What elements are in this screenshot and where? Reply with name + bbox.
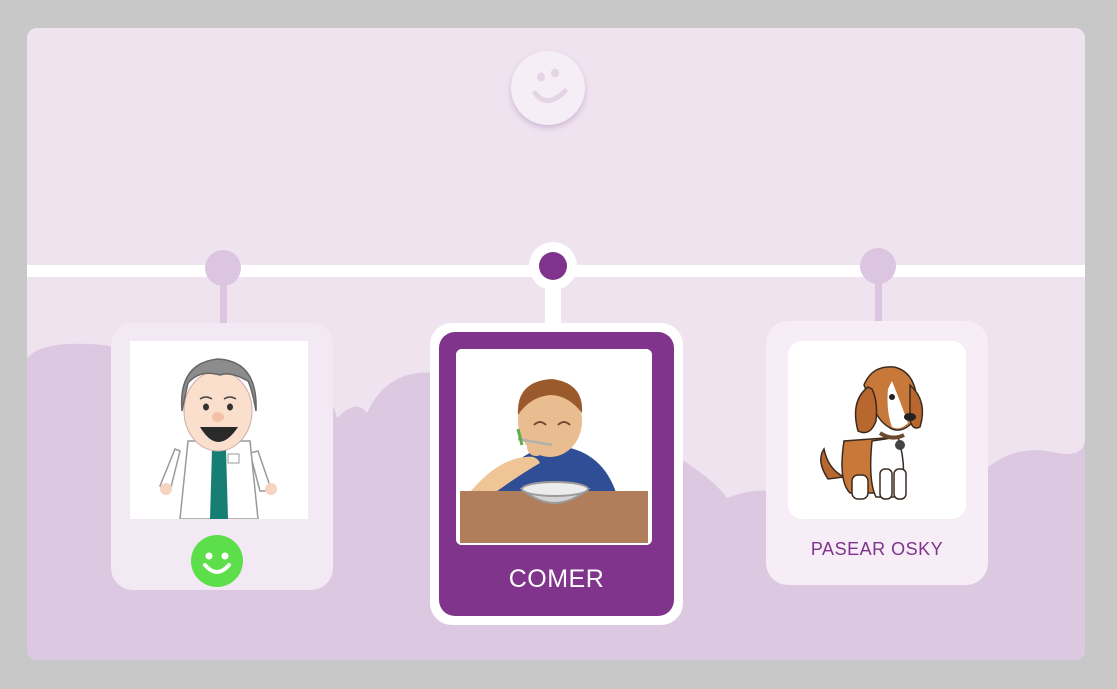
activity-card-pasear-osky[interactable]: PASEAR OSKY <box>766 321 988 585</box>
green-smiley-icon <box>191 535 243 587</box>
timeline-connector <box>545 286 561 326</box>
doctor-picture <box>130 341 308 519</box>
activity-card-highlight: COMER <box>439 332 674 616</box>
activity-card-doctor[interactable] <box>111 323 333 590</box>
schedule-board: COMER PASEAR OSKY <box>27 28 1085 660</box>
activity-label: PASEAR OSKY <box>810 539 944 559</box>
timeline-node-done <box>205 250 241 286</box>
timeline-node-upcoming <box>860 248 896 284</box>
smiley-icon[interactable] <box>511 51 585 125</box>
activity-card-comer[interactable]: COMER <box>430 323 683 625</box>
child-eating-picture <box>456 349 652 545</box>
beagle-dog-picture <box>788 341 966 519</box>
activity-label: COMER <box>508 565 605 593</box>
timeline-node-current <box>529 242 577 290</box>
current-marker <box>539 252 567 280</box>
